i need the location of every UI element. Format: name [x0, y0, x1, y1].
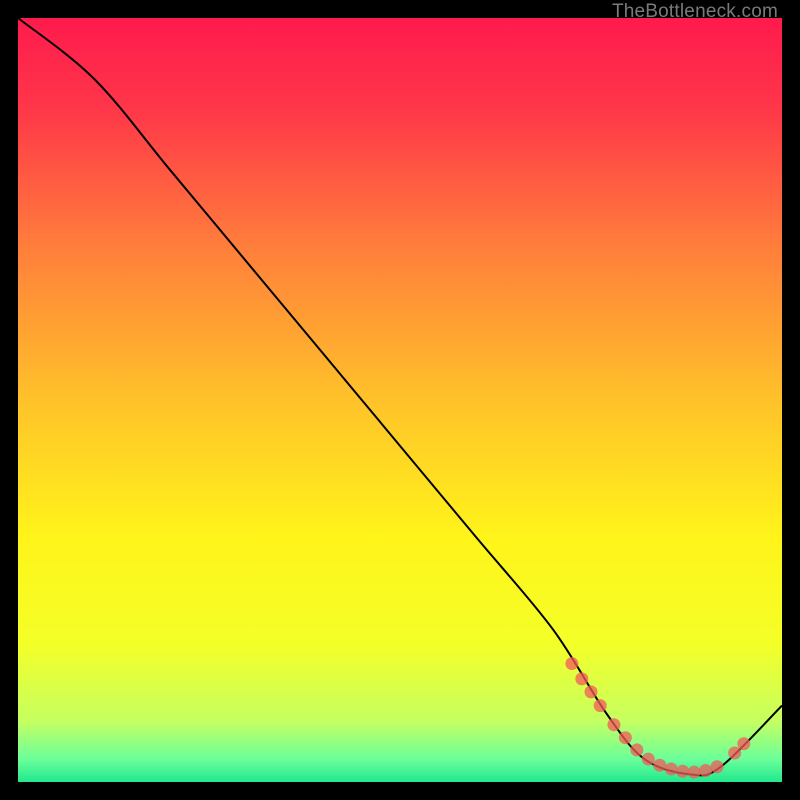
watermark-text: TheBottleneck.com: [612, 1, 778, 23]
gradient-rect: [18, 18, 782, 782]
chart-root: TheBottleneck.com: [0, 0, 800, 800]
gradient-background: [18, 18, 782, 782]
